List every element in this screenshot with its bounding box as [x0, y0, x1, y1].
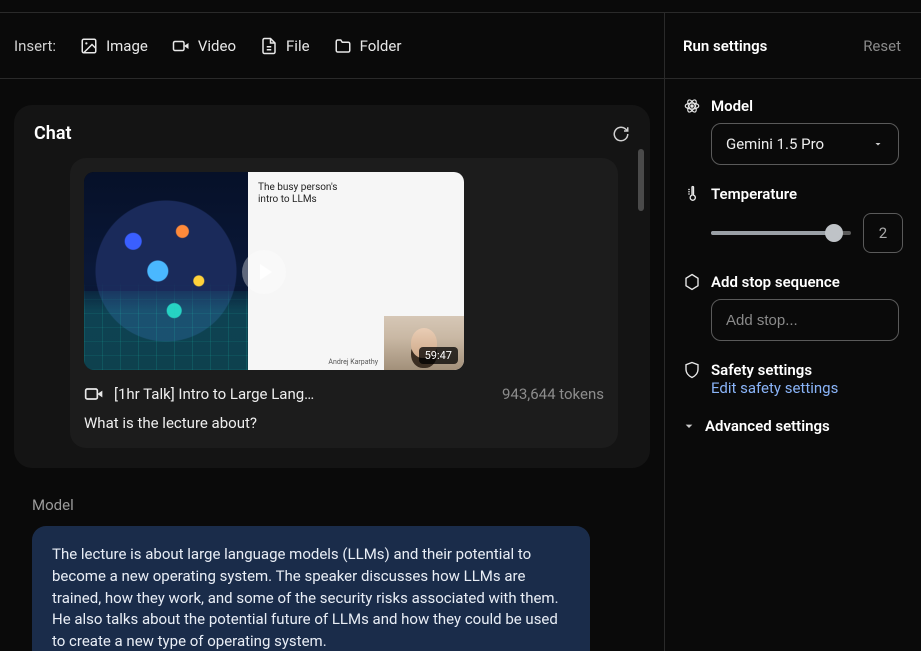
user-question: What is the lecture about?	[84, 414, 604, 432]
temperature-slider[interactable]	[711, 231, 851, 235]
attachment-meta-row: [1hr Talk] Intro to Large Lang… 943,644 …	[84, 384, 604, 404]
slide-title: The busy person's intro to LLMs	[258, 182, 348, 206]
temperature-section: Temperature 2	[683, 185, 903, 253]
shield-icon	[683, 361, 701, 379]
safety-section: Safety settings Edit safety settings	[683, 361, 903, 397]
file-icon	[260, 37, 278, 55]
stop-label: Add stop sequence	[711, 273, 840, 291]
insert-folder-label: Folder	[360, 37, 402, 55]
run-settings-header: Run settings Reset	[665, 13, 921, 78]
chat-title: Chat	[34, 123, 72, 144]
chevron-down-icon	[872, 138, 884, 150]
run-settings-panel: Model Gemini 1.5 Pro Temperature 2	[665, 79, 921, 651]
insert-file-button[interactable]: File	[260, 37, 310, 55]
stop-sequence-section: Add stop sequence	[683, 273, 903, 341]
advanced-label: Advanced settings	[705, 417, 830, 435]
refresh-button[interactable]	[612, 125, 630, 143]
thermometer-icon	[683, 185, 701, 203]
user-message: The busy person's intro to LLMs Andrej K…	[70, 158, 618, 448]
token-count: 943,644 tokens	[502, 385, 604, 403]
scrollbar-thumb[interactable]	[638, 149, 644, 211]
model-label: Model	[711, 97, 753, 115]
chat-header: Chat	[34, 123, 630, 144]
reset-button[interactable]: Reset	[863, 37, 901, 55]
model-section: Model Gemini 1.5 Pro	[683, 97, 903, 165]
chat-card: Chat The busy person's intro to LLMs And…	[14, 105, 650, 468]
safety-label: Safety settings	[711, 361, 812, 379]
video-icon	[84, 384, 104, 404]
insert-video-button[interactable]: Video	[172, 37, 236, 55]
run-settings-title: Run settings	[683, 37, 767, 55]
folder-icon	[334, 37, 352, 55]
video-icon	[172, 37, 190, 55]
slider-fill	[711, 231, 834, 235]
image-icon	[80, 37, 98, 55]
main-split: Chat The busy person's intro to LLMs And…	[0, 79, 921, 651]
model-dropdown[interactable]: Gemini 1.5 Pro	[711, 123, 899, 165]
slider-knob[interactable]	[825, 224, 843, 242]
insert-image-button[interactable]: Image	[80, 37, 148, 55]
chevron-down-icon	[681, 418, 697, 434]
insert-file-label: File	[286, 37, 310, 55]
chat-panel: Chat The busy person's intro to LLMs And…	[0, 79, 665, 651]
refresh-icon	[612, 125, 630, 143]
insert-folder-button[interactable]: Folder	[334, 37, 402, 55]
insert-toolbar: Insert: Image Video File Folder	[0, 13, 665, 78]
model-value: Gemini 1.5 Pro	[726, 135, 824, 153]
advanced-toggle[interactable]: Advanced settings	[681, 417, 903, 435]
attachment-filename: [1hr Talk] Intro to Large Lang…	[114, 385, 314, 403]
top-bar: Insert: Image Video File Folder Run sett…	[0, 12, 921, 79]
video-attachment-thumb[interactable]: The busy person's intro to LLMs Andrej K…	[84, 172, 464, 370]
play-button[interactable]	[242, 250, 286, 294]
edit-safety-link[interactable]: Edit safety settings	[711, 379, 903, 397]
stop-input[interactable]	[711, 299, 899, 341]
video-duration: 59:47	[419, 347, 458, 364]
insert-video-label: Video	[198, 37, 236, 55]
slide-author: Andrej Karpathy	[328, 358, 378, 366]
hexagon-icon	[683, 273, 701, 291]
thumb-art	[84, 172, 248, 370]
insert-label: Insert:	[14, 37, 56, 55]
model-role-label: Model	[32, 496, 650, 514]
model-response: The lecture is about large language mode…	[32, 526, 590, 651]
atom-icon	[683, 97, 701, 115]
temperature-value[interactable]: 2	[863, 213, 903, 253]
temperature-label: Temperature	[711, 185, 797, 203]
insert-image-label: Image	[106, 37, 148, 55]
